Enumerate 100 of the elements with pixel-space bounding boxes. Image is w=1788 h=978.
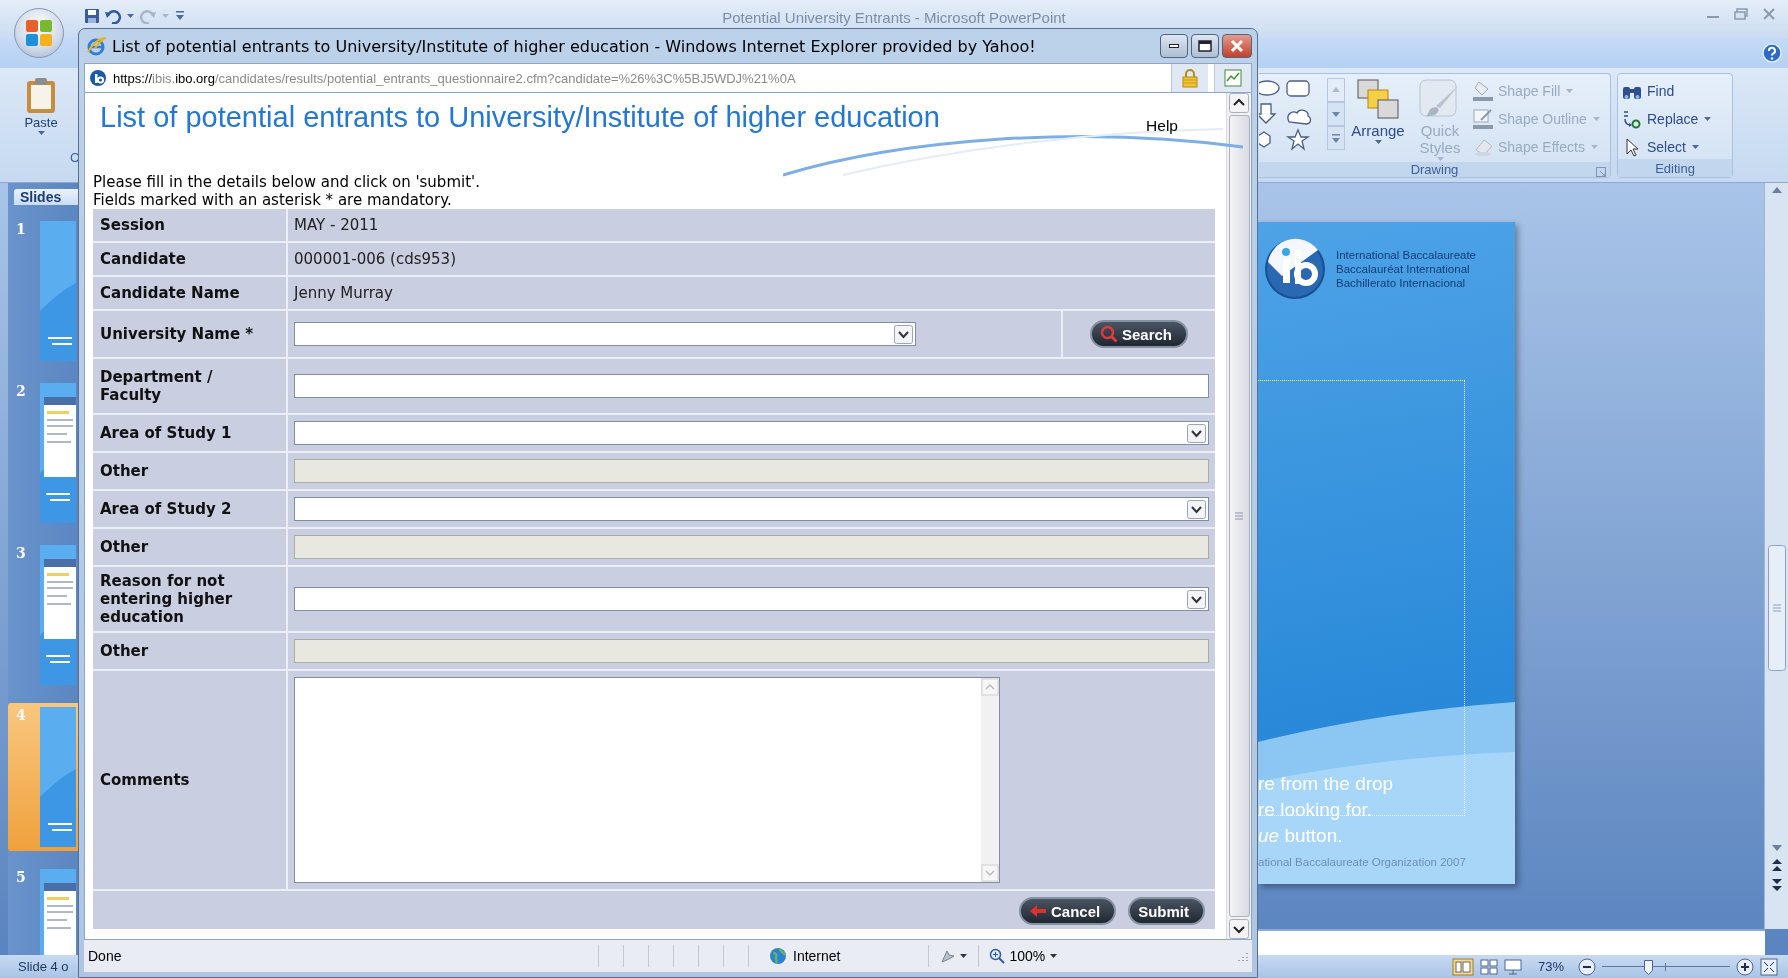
scrollbar[interactable] bbox=[1764, 183, 1788, 929]
more-icon[interactable] bbox=[1327, 126, 1345, 150]
slide-text: ue button. bbox=[1258, 824, 1344, 848]
minimize-icon bbox=[1169, 44, 1179, 48]
office-button[interactable] bbox=[14, 8, 64, 58]
globe-icon bbox=[769, 947, 787, 965]
save-icon[interactable] bbox=[84, 8, 100, 24]
zoom-button[interactable]: 100% bbox=[978, 945, 1059, 967]
caret-icon bbox=[894, 324, 913, 344]
slide-thumbnail[interactable] bbox=[40, 383, 76, 523]
ribbon-command[interactable]: Replace bbox=[1622, 106, 1713, 131]
text-field[interactable] bbox=[294, 374, 1209, 398]
dropdown-field[interactable] bbox=[294, 322, 916, 346]
redo-icon bbox=[139, 8, 157, 24]
zoom-icon bbox=[989, 948, 1006, 964]
logo-text: International Baccalaureate bbox=[1336, 248, 1476, 262]
stacked-squares-icon bbox=[1356, 78, 1400, 122]
caret-icon bbox=[1373, 139, 1383, 145]
slide-show-icon[interactable] bbox=[1504, 958, 1522, 975]
normal-view-icon[interactable] bbox=[1452, 957, 1474, 976]
undo-icon[interactable] bbox=[104, 8, 122, 24]
ribbon-command[interactable]: Select bbox=[1622, 134, 1713, 159]
slide-thumbnail[interactable] bbox=[40, 221, 76, 361]
caret-icon bbox=[1187, 499, 1206, 519]
slide-number: 4 bbox=[16, 707, 27, 723]
caret-icon bbox=[1187, 423, 1206, 443]
slide-number: 1 bbox=[16, 221, 27, 237]
maximize-button[interactable] bbox=[1191, 34, 1219, 58]
scroll-down-icon[interactable] bbox=[1327, 102, 1345, 126]
dialog-launcher-icon[interactable] bbox=[1596, 167, 1606, 177]
fit-to-window-icon[interactable] bbox=[1760, 957, 1778, 976]
scroll-down-icon[interactable] bbox=[1771, 845, 1782, 851]
scroll-down-button[interactable] bbox=[1229, 919, 1249, 939]
slide-number: 5 bbox=[16, 869, 27, 885]
close-icon bbox=[1230, 39, 1244, 53]
instruction-text: Fields marked with an asterisk * are mandatory. bbox=[93, 191, 453, 209]
group-label: C bbox=[70, 150, 78, 165]
minimize-button[interactable] bbox=[1160, 34, 1188, 58]
security-zone: Internet bbox=[793, 948, 841, 964]
cancel-button[interactable]: Cancel bbox=[1018, 897, 1117, 925]
address-bar[interactable]: https://ibis.ibo.org/candidates/results/potential_entrants_questionnaire2.cfm?candidate=%26%3C%5BJ5WDJ%21%0A bbox=[84, 63, 1252, 93]
paste-button[interactable]: Paste bbox=[24, 77, 58, 136]
caret-icon bbox=[1049, 953, 1059, 959]
slide-thumbnail[interactable] bbox=[40, 545, 76, 685]
slide-sorter-icon[interactable] bbox=[1480, 958, 1498, 975]
caret-icon bbox=[959, 953, 969, 959]
scroll-up-button[interactable] bbox=[1229, 93, 1249, 113]
zoom-in-icon[interactable] bbox=[1736, 957, 1754, 976]
zoom-slider[interactable] bbox=[1602, 957, 1730, 976]
slides-tab[interactable]: Slides bbox=[14, 189, 78, 205]
url-text: https://ibis.ibo.org/candidates/results/potential_entrants_questionnaire2.cfm?candidate=%26%3C%5BJ5WDJ%21%0A bbox=[113, 70, 797, 86]
caret-icon bbox=[1187, 589, 1206, 609]
replace-icon bbox=[1622, 108, 1642, 129]
restore-icon[interactable] bbox=[1734, 8, 1748, 20]
window-title: Potential University Entrants - Microsoft PowerPoint bbox=[722, 9, 1066, 26]
help-icon[interactable] bbox=[1762, 43, 1782, 63]
caret-icon bbox=[161, 13, 170, 19]
next-slide-icon[interactable] bbox=[1771, 879, 1782, 891]
clipboard-icon bbox=[24, 77, 58, 115]
scroll-thumb[interactable] bbox=[1767, 545, 1786, 671]
submit-button[interactable]: Submit bbox=[1128, 897, 1205, 925]
compatibility-icon[interactable] bbox=[1224, 69, 1242, 87]
scroll-thumb[interactable] bbox=[1228, 115, 1250, 917]
window-title: List of potential entrants to University/Institute of higher education - Windows Internet Explorer provided by Yahoo! bbox=[112, 36, 1036, 56]
logo-text: Bachillerato Internacional bbox=[1336, 276, 1467, 290]
zoom-level: 73% bbox=[1538, 959, 1566, 974]
slide-footer: ational Baccalaureate Organization 2007 bbox=[1258, 856, 1466, 868]
logo-emblem-icon bbox=[1262, 238, 1328, 300]
site-icon bbox=[89, 69, 107, 87]
caret-icon bbox=[1589, 143, 1599, 150]
pencil-icon bbox=[1473, 107, 1493, 130]
resize-grip-icon bbox=[1236, 950, 1248, 962]
arrange-button[interactable]: Arrange bbox=[1349, 78, 1407, 145]
scrollbar[interactable] bbox=[1226, 93, 1251, 939]
padlock-icon bbox=[1181, 68, 1199, 88]
dropdown-field[interactable] bbox=[294, 587, 1209, 611]
slider-thumb[interactable] bbox=[1644, 959, 1654, 975]
browser-logo-icon bbox=[86, 36, 106, 56]
close-button[interactable] bbox=[1222, 34, 1252, 58]
page-heading: List of potential entrants to University/Institute of higher education bbox=[100, 101, 940, 134]
group-label: Editing bbox=[1655, 160, 1695, 176]
slide-thumbnail[interactable] bbox=[40, 707, 76, 847]
ribbon-command[interactable]: Find bbox=[1622, 78, 1713, 103]
grip-icon bbox=[1234, 512, 1244, 520]
dropdown-field[interactable] bbox=[294, 497, 1209, 521]
caret-icon bbox=[1565, 87, 1575, 94]
search-button[interactable]: Search bbox=[1089, 320, 1188, 348]
dropdown-field[interactable] bbox=[294, 421, 1209, 445]
office-logo-icon bbox=[24, 18, 54, 48]
previous-slide-icon[interactable] bbox=[1771, 859, 1782, 871]
scroll-up-icon[interactable] bbox=[1771, 187, 1782, 193]
status-text: Done bbox=[87, 948, 123, 964]
close-icon[interactable] bbox=[1762, 8, 1776, 20]
caret-icon[interactable] bbox=[126, 13, 135, 19]
logo-text: Baccalauréat International bbox=[1336, 262, 1471, 276]
slide-number: 3 bbox=[16, 545, 27, 561]
zoom-out-icon[interactable] bbox=[1578, 957, 1596, 976]
help-link[interactable]: Help bbox=[1146, 117, 1178, 135]
comments-field[interactable] bbox=[294, 677, 1000, 883]
customize-toolbar-icon[interactable] bbox=[174, 10, 186, 22]
